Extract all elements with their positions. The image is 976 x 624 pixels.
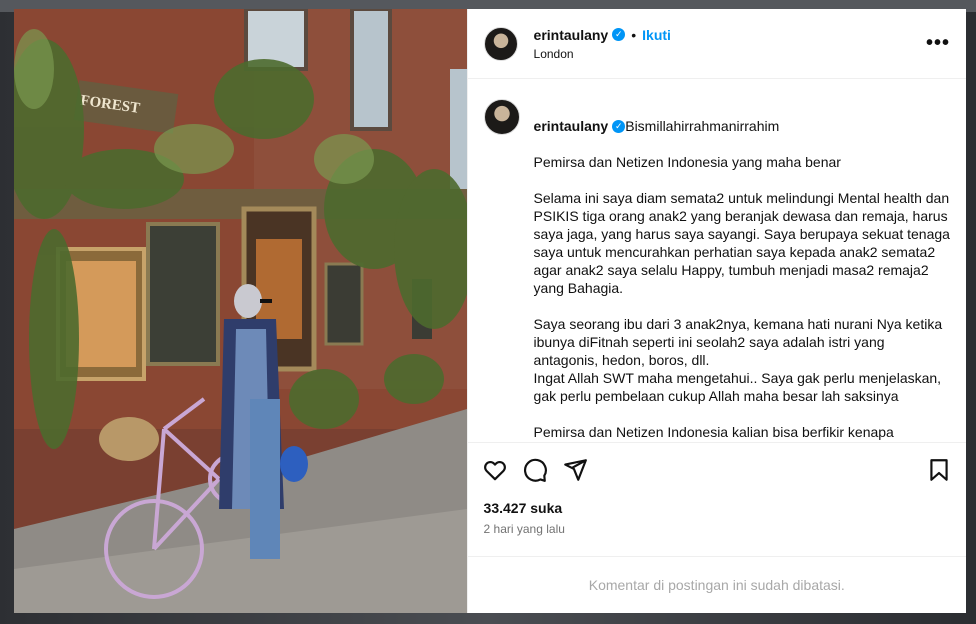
post-detail-panel: erintaulany ✓ • Ikuti London ••• erintau… (466, 9, 966, 613)
separator-dot: • (631, 26, 637, 43)
post-header: erintaulany ✓ • Ikuti London ••• (467, 9, 966, 79)
like-count[interactable]: 33.427 suka (468, 496, 966, 522)
post-photo[interactable]: FOREST (14, 9, 467, 613)
header-row: erintaulany ✓ • Ikuti (534, 27, 926, 43)
bookmark-icon[interactable] (926, 457, 952, 483)
caption-area[interactable]: erintaulany ✓ Bismillahirrahmanirrahim P… (468, 79, 966, 442)
caption-text: Pemirsa dan Netizen Indonesia yang maha … (533, 154, 950, 440)
photo-illustration: FOREST (14, 9, 467, 613)
caption-body: erintaulany ✓ Bismillahirrahmanirrahim P… (534, 99, 950, 442)
caption-first-line: erintaulany ✓ Bismillahirrahmanirrahim (534, 117, 950, 135)
location-link[interactable]: London (534, 47, 926, 61)
avatar[interactable] (483, 26, 518, 61)
verified-badge-icon: ✓ (612, 28, 626, 41)
heart-icon[interactable] (482, 457, 508, 483)
post-timestamp[interactable]: 2 hari yang lalu (468, 522, 966, 556)
caption-opening: Bismillahirrahmanirrahim (625, 118, 780, 134)
post-modal: FOREST erintaulany ✓ • Ikuti London ••• … (14, 9, 966, 613)
username-link[interactable]: erintaulany (534, 27, 609, 43)
header-text: erintaulany ✓ • Ikuti London (534, 27, 926, 61)
action-bar (467, 442, 966, 496)
caption-avatar[interactable] (483, 99, 520, 135)
caption-username-link[interactable]: erintaulany (534, 117, 609, 135)
more-options-icon[interactable]: ••• (926, 32, 950, 55)
comment-icon[interactable] (522, 457, 548, 483)
follow-button[interactable]: Ikuti (642, 27, 671, 43)
verified-badge-icon: ✓ (612, 119, 626, 133)
share-icon[interactable] (562, 457, 588, 483)
comments-disabled-notice: Komentar di postingan ini sudah dibatasi… (467, 556, 966, 613)
